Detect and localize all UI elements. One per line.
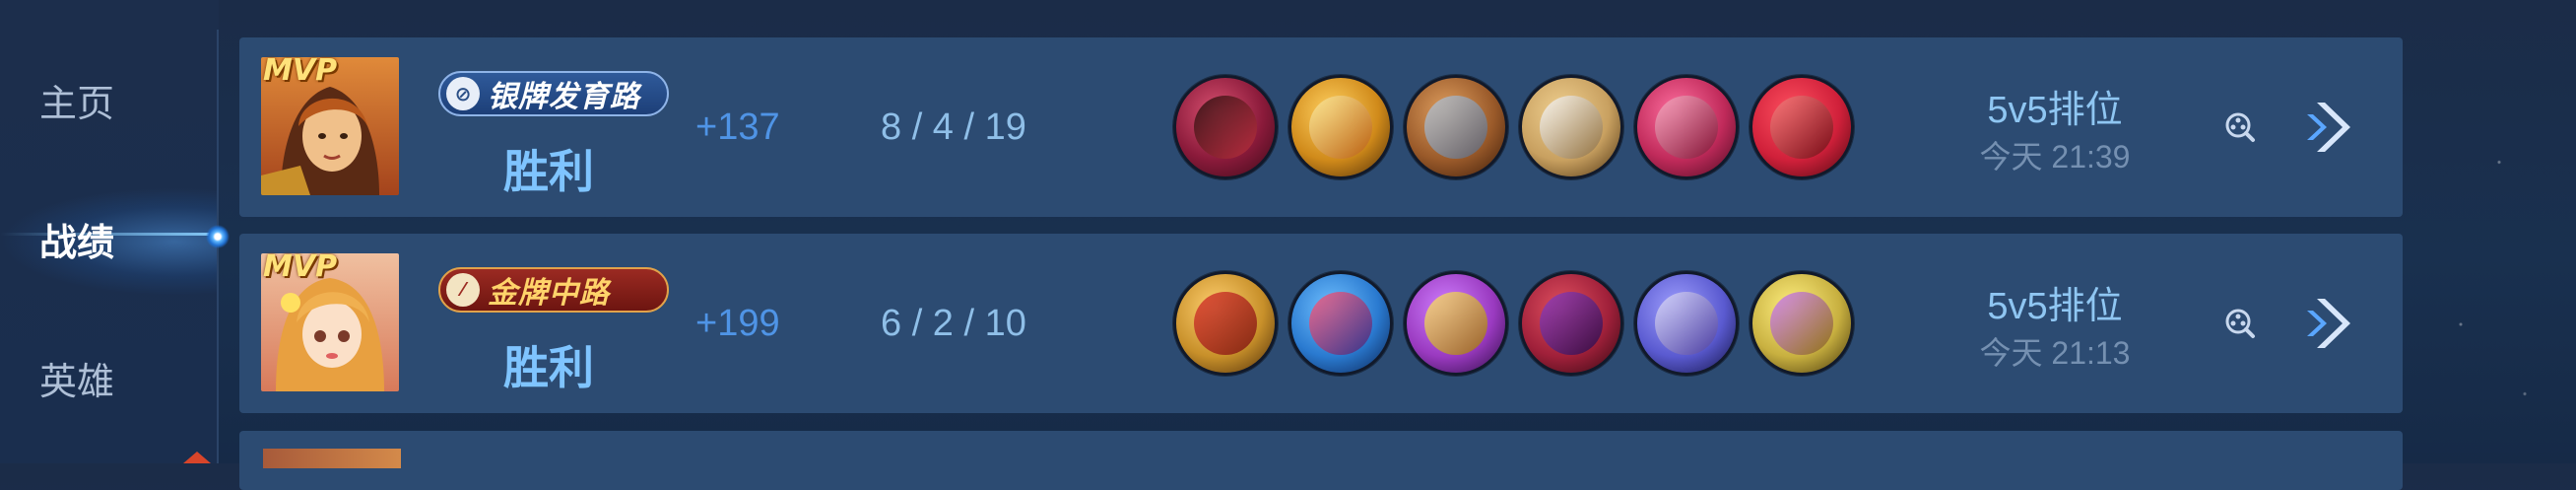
item-icon <box>1750 75 1854 179</box>
replay-icon[interactable] <box>2224 308 2256 339</box>
item-icon <box>1404 271 1508 376</box>
rank-lane-text: 银牌发育路 <box>488 80 640 114</box>
item-icon <box>1634 271 1739 376</box>
sidebar-item-heroes[interactable]: 英雄 <box>39 351 114 405</box>
mvp-label: MVP <box>263 249 338 284</box>
hero-avatar <box>263 449 401 468</box>
active-indicator-node <box>206 225 230 248</box>
kda-stats: 6 / 2 / 10 <box>881 303 1026 344</box>
equipment-list <box>1173 271 1854 376</box>
item-icon <box>1173 75 1278 179</box>
rank-lane-badge: ⊘ 银牌发育路 <box>438 71 669 116</box>
match-row[interactable]: MVP ⁄ 金牌中路 胜利 +199 6 / 2 / 10 5v5排位 今天 2… <box>239 234 2403 413</box>
sidebar-item-records[interactable]: 战绩 <box>39 212 114 266</box>
item-icon <box>1288 75 1393 179</box>
chevron-right-icon[interactable] <box>2303 293 2362 354</box>
sidebar: 主页 战绩 英雄 <box>0 0 219 463</box>
item-icon <box>1173 271 1278 376</box>
match-time: 今天 21:13 <box>1979 335 2131 371</box>
rank-lane-text: 金牌中路 <box>488 276 610 311</box>
match-result: 胜利 <box>503 145 594 198</box>
item-icon <box>1519 271 1623 376</box>
rank-score-change: +199 <box>695 303 780 344</box>
match-row[interactable]: MVP ⊘ 银牌发育路 胜利 +137 8 / 4 / 19 5v5排位 今天 … <box>239 37 2403 217</box>
chevron-right-icon[interactable] <box>2303 97 2362 158</box>
item-icon <box>1288 271 1393 376</box>
match-result: 胜利 <box>503 341 594 394</box>
sidebar-item-home[interactable]: 主页 <box>39 73 114 127</box>
mvp-label: MVP <box>263 53 338 88</box>
item-icon <box>1634 75 1739 179</box>
lane-icon: ⊘ <box>446 77 480 110</box>
notification-marker <box>183 452 211 463</box>
item-icon <box>1750 271 1854 376</box>
game-mode: 5v5排位 <box>1987 286 2123 327</box>
item-icon <box>1519 75 1623 179</box>
lane-icon: ⁄ <box>446 273 480 307</box>
item-icon <box>1404 75 1508 179</box>
match-row-partial[interactable] <box>239 431 2403 490</box>
game-mode: 5v5排位 <box>1987 90 2123 131</box>
replay-icon[interactable] <box>2224 111 2256 143</box>
match-time: 今天 21:39 <box>1979 139 2131 175</box>
rank-score-change: +137 <box>695 106 780 148</box>
kda-stats: 8 / 4 / 19 <box>881 106 1026 148</box>
rank-lane-badge: ⁄ 金牌中路 <box>438 267 669 313</box>
equipment-list <box>1173 75 1854 179</box>
